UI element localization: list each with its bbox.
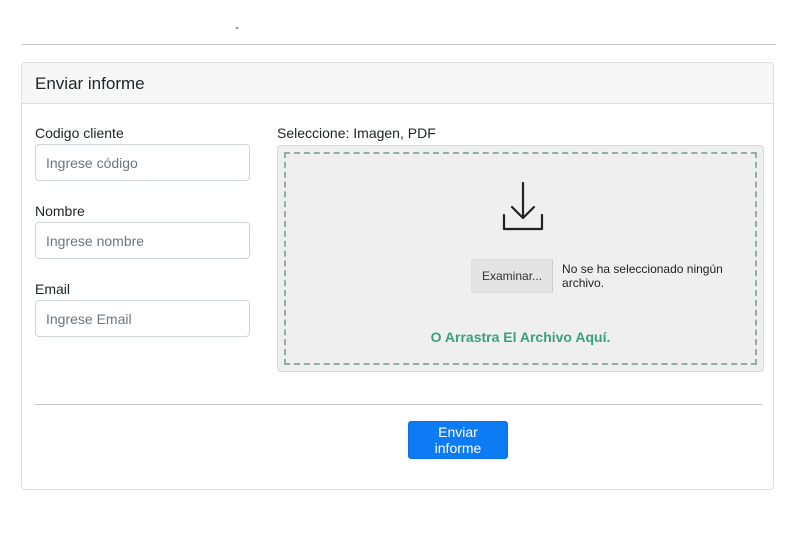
file-status: No se ha seleccionado ningún archivo. — [562, 262, 723, 290]
submit-button[interactable]: Enviar informe — [408, 421, 508, 459]
email-label: Email — [35, 281, 71, 297]
drop-hint: O Arrastra El Archivo Aquí. — [430, 329, 611, 345]
browse-button[interactable]: Examinar... — [471, 259, 554, 293]
top-mark: - — [235, 20, 239, 34]
name-label: Nombre — [35, 203, 85, 219]
code-input[interactable] — [35, 144, 250, 181]
upload-label: Seleccione: Imagen, PDF — [277, 125, 436, 141]
card-title: Enviar informe — [35, 74, 145, 93]
page: - Enviar informe Codigo cliente Nombre E… — [0, 0, 802, 535]
code-label: Codigo cliente — [35, 125, 124, 141]
email-input[interactable] — [35, 300, 250, 337]
file-dropzone[interactable]: Examinar... No se ha seleccionado ningún… — [277, 145, 764, 372]
report-card: Enviar informe Codigo cliente Nombre Ema… — [21, 62, 774, 490]
top-divider — [21, 44, 776, 45]
file-input[interactable]: Examinar... No se ha seleccionado ningún… — [471, 259, 755, 293]
bottom-divider — [35, 404, 763, 405]
name-input[interactable] — [35, 222, 250, 259]
dropzone-dashed-area[interactable]: Examinar... No se ha seleccionado ningún… — [284, 152, 757, 365]
download-icon — [502, 181, 544, 231]
card-header: Enviar informe — [22, 63, 773, 104]
